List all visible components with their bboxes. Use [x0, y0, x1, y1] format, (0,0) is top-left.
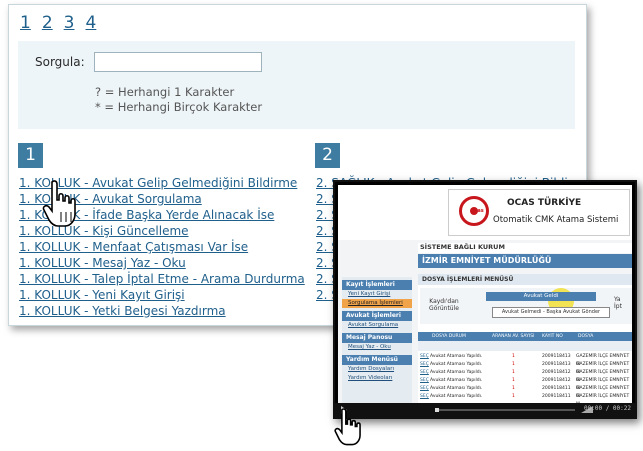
tutorial-video-player[interactable]: ocas OCAS TÜRKİYE Otomatik CMK Atama Sis…	[333, 180, 637, 419]
table-filter-row	[418, 341, 632, 351]
right-fragment-label: Ya İpt	[614, 296, 622, 310]
table-cell: 2009118412	[542, 370, 571, 375]
lawyer-not-arrived-button[interactable]: Avukat Gelmedi - Başka Avukat Gönder	[492, 307, 610, 318]
list-item: 1. KOLLUK - Yeni Kayıt Girişi	[19, 287, 305, 303]
table-cell: 2009118411	[542, 394, 571, 399]
side-menu-link[interactable]: Sorgulama İşlemleri	[342, 299, 412, 308]
table-row: SEÇ Avukat Ataması Yapıldı. 1 2009118413 GAZ…	[418, 361, 632, 375]
page-link-2[interactable]: 2	[42, 13, 53, 33]
page-link-1[interactable]: 1	[20, 13, 31, 33]
select-link[interactable]: SEÇ	[420, 361, 429, 369]
video-progress-bar[interactable]	[435, 408, 575, 412]
list-item: 1. KOLLUK - Talep İptal Etme - Arama Dur…	[19, 271, 305, 287]
page-link-4[interactable]: 4	[85, 13, 96, 33]
col-status: DOSYA DURUM	[432, 334, 466, 339]
table-cell: 2009118411	[542, 386, 571, 391]
table-cell: Avukat Ataması Yapıldı.	[430, 362, 483, 367]
select-link[interactable]: SEÇ	[420, 353, 429, 361]
hand-cursor-icon	[334, 408, 361, 446]
table-cell: Avukat Ataması Yapıldı.	[430, 394, 483, 399]
table-cell: 1	[512, 394, 515, 399]
side-menu-link[interactable]: Mesaj Yaz - Oku	[342, 343, 412, 352]
table-cell: 1	[512, 354, 515, 359]
table-row: SEÇ Avukat Ataması Yapıldı. 1 2009118412 GAZ…	[418, 369, 632, 383]
lawyer-arrived-button[interactable]: Avukat Geldi	[486, 292, 596, 301]
page-link-3[interactable]: 3	[64, 13, 75, 33]
table-cell: 2009118413	[542, 362, 571, 367]
side-menu-header: Avukat İşlemleri	[342, 311, 412, 321]
side-menu: Kayıt İşlemleri Yeni Kayıt Girişi Sorgulam…	[342, 277, 412, 403]
table-cell: 1	[512, 378, 515, 383]
table-cell: 1	[512, 386, 515, 391]
ocas-logo-card: ocas OCAS TÜRKİYE Otomatik CMK Atama Sis…	[448, 189, 630, 236]
search-label: Sorgula:	[35, 55, 85, 69]
logo-subtitle: Otomatik CMK Atama Sistemi	[493, 215, 619, 225]
list-item: 1. KOLLUK - Menfaat Çatışması Var İse	[19, 239, 305, 255]
table-row: SEÇ Avukat Ataması Yapıldı. 1 2009118412 GAZ…	[418, 377, 632, 391]
content-area: DOSYA İŞLEMLERİ MENÜSÜ Kaydı'dan Görüntü…	[418, 274, 632, 403]
record-view-label: Kaydı'dan Görüntüle	[429, 298, 459, 312]
side-menu-link[interactable]: Avukat Sorgulama	[342, 321, 412, 330]
side-menu-header: Kayıt İşlemleri	[342, 280, 412, 290]
col-file: DOSYA	[578, 334, 594, 339]
app-header: ocas OCAS TÜRKİYE Otomatik CMK Atama Sis…	[338, 185, 632, 240]
table-cell: 2009118413	[542, 354, 571, 359]
logo-title: OCAS TÜRKİYE	[507, 198, 582, 208]
org-title: İZMİR EMNİYET MÜDÜRLÜĞÜ	[418, 254, 632, 268]
side-menu-header: Mesaj Panosu	[342, 333, 412, 343]
side-menu-header: Yardım Menüsü	[342, 355, 412, 365]
video-frame: ocas OCAS TÜRKİYE Otomatik CMK Atama Sis…	[338, 185, 632, 403]
file-actions: Kaydı'dan Görüntüle Avukat Geldi Avukat …	[420, 288, 632, 324]
topic-link[interactable]: 1. KOLLUK - Menfaat Çatışması Var İse	[19, 240, 248, 254]
table-cell: Avukat Ataması Yapıldı.	[430, 354, 483, 359]
select-link[interactable]: SEÇ	[420, 369, 429, 377]
table-cell: Avukat Ataması Yapıldı.	[430, 370, 483, 375]
table-cell: Avukat Ataması Yapıldı.	[430, 378, 483, 383]
select-link[interactable]: SEÇ	[420, 393, 429, 401]
side-menu-link[interactable]: Yardım Videoları	[342, 374, 412, 383]
hand-cursor-icon	[42, 180, 76, 227]
table-header: DOSYA DURUM ARANAN AV. SAYISI KAYIT NO D…	[418, 332, 632, 341]
topic-link[interactable]: 1. KOLLUK - Mesaj Yaz - Oku	[19, 256, 186, 270]
connected-org-label: SİSTEME BAĞLI KURUM	[418, 243, 632, 253]
list-item: 1. KOLLUK - Mesaj Yaz - Oku	[19, 255, 305, 271]
table-row: SEÇ Avukat Ataması Yapıldı. 1 2009118411 GAZ…	[418, 385, 632, 399]
topic-link[interactable]: 1. KOLLUK - Talep İptal Etme - Arama Dur…	[19, 272, 305, 286]
side-menu-link[interactable]: Yardım Dosyaları	[342, 365, 412, 374]
hint-multi-char: * = Herhangi Birçok Karakter	[95, 100, 263, 114]
section-badge-2: 2	[315, 143, 340, 168]
table-cell: 1	[512, 370, 515, 375]
col-count: ARANAN AV. SAYISI	[492, 334, 535, 339]
side-menu-link[interactable]: Yeni Kayıt Girişi	[342, 290, 412, 299]
select-link[interactable]: SEÇ	[420, 385, 429, 393]
select-link[interactable]: SEÇ	[420, 377, 429, 385]
table-row: SEÇ Avukat Ataması Yapıldı. 1 2009118411 GAZ…	[418, 393, 632, 403]
table-row: SEÇ Avukat Ataması Yapıldı. 1 2009118413 GAZ…	[418, 353, 632, 367]
logo-mark-text: ocas	[471, 208, 484, 214]
table-cell: GAZEMİR İLÇE EMNİYET M	[576, 394, 630, 403]
section-badge-1: 1	[18, 143, 43, 168]
col-record: KAYIT NO	[542, 334, 563, 339]
search-box: Sorgula: ? = Herhangi 1 Karakter * = Her…	[18, 41, 575, 129]
search-input[interactable]	[94, 52, 262, 72]
topic-link[interactable]: 1. KOLLUK - Yeni Kayıt Girişi	[19, 288, 185, 302]
hint-single-char: ? = Herhangi 1 Karakter	[95, 85, 235, 99]
table-cell: Avukat Ataması Yapıldı.	[430, 386, 483, 391]
list-item: 1. KOLLUK - Yetki Belgesi Yazdırma	[19, 303, 305, 319]
video-time: 00:00 / 00:22	[584, 405, 631, 412]
table-cell: 1	[512, 362, 515, 367]
video-controls: 00:00 / 00:22	[335, 403, 635, 417]
file-menu-header: DOSYA İŞLEMLERİ MENÜSÜ	[418, 274, 632, 285]
table-cell: 2009118412	[542, 378, 571, 383]
pagination: 1234	[20, 13, 107, 33]
topic-link[interactable]: 1. KOLLUK - Yetki Belgesi Yazdırma	[19, 304, 226, 318]
